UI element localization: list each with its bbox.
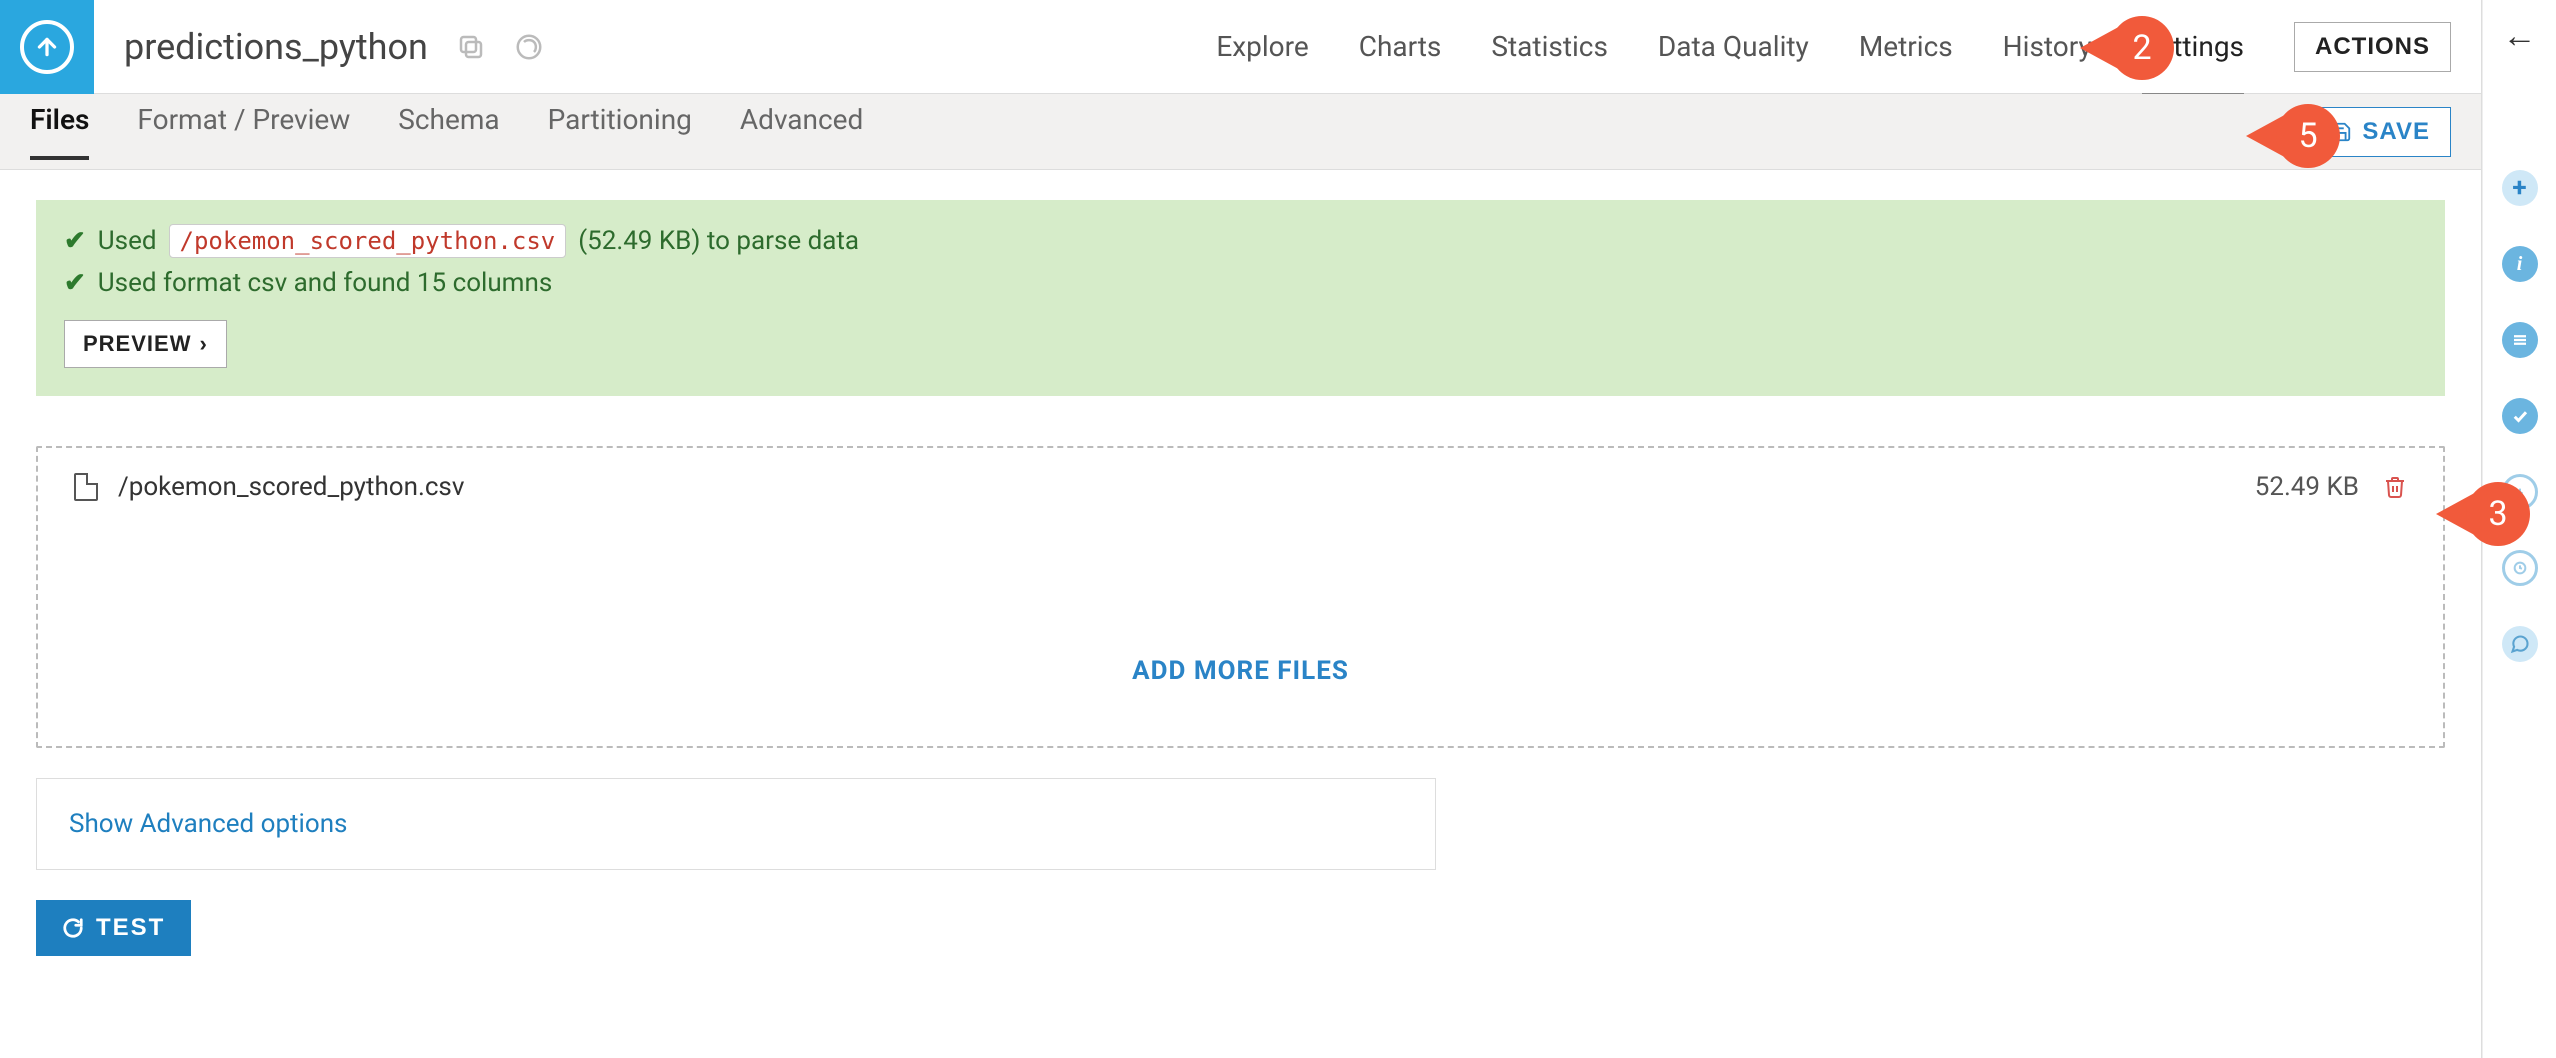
parse-success-banner: ✔ Used /pokemon_scored_python.csv (52.49… <box>36 200 2445 396</box>
nav-statistics[interactable]: Statistics <box>1491 30 1608 63</box>
nav-charts[interactable]: Charts <box>1359 30 1442 63</box>
tab-schema[interactable]: Schema <box>398 103 499 160</box>
test-button[interactable]: TEST <box>36 900 191 956</box>
save-button[interactable]: SAVE <box>2309 107 2451 157</box>
save-button-label: SAVE <box>2362 118 2430 146</box>
back-arrow[interactable]: ← <box>2503 16 2537 56</box>
tab-advanced[interactable]: Advanced <box>740 103 863 160</box>
tab-files[interactable]: Files <box>30 103 89 160</box>
preview-button[interactable]: PREVIEW › <box>64 320 227 368</box>
trash-icon <box>2383 474 2407 500</box>
tab-format-preview[interactable]: Format / Preview <box>137 103 350 160</box>
files-dropzone[interactable]: /pokemon_scored_python.csv 52.49 KB ADD … <box>36 446 2445 748</box>
app-logo[interactable] <box>0 0 94 94</box>
nav-metrics[interactable]: Metrics <box>1859 30 1953 63</box>
rail-comments-icon[interactable] <box>2502 626 2538 662</box>
right-rail: ← + i <box>2482 0 2556 1058</box>
preview-button-label: PREVIEW <box>83 331 191 357</box>
copy-icon[interactable] <box>456 32 486 62</box>
nav-settings[interactable]: Settings <box>2142 30 2244 97</box>
show-advanced-link[interactable]: Show Advanced options <box>69 809 347 839</box>
file-size: 52.49 KB <box>2255 472 2359 502</box>
refresh-icon <box>62 917 84 939</box>
tab-partitioning[interactable]: Partitioning <box>548 103 692 160</box>
rail-check-icon[interactable] <box>2502 398 2538 434</box>
banner-used-suffix: (52.49 KB) to parse data <box>578 226 859 256</box>
upload-arrow-icon <box>34 34 60 60</box>
rail-info-icon[interactable]: i <box>2502 246 2538 282</box>
content-area: ✔ Used /pokemon_scored_python.csv (52.49… <box>0 170 2481 1058</box>
banner-format-line: Used format csv and found 15 columns <box>98 268 552 298</box>
delete-file-button[interactable] <box>2383 474 2407 500</box>
file-icon <box>74 473 98 501</box>
banner-file-pill: /pokemon_scored_python.csv <box>169 224 567 258</box>
add-more-files-button[interactable]: ADD MORE FILES <box>38 526 2443 746</box>
top-nav: Explore Charts Statistics Data Quality M… <box>1216 0 2481 93</box>
nav-data-quality[interactable]: Data Quality <box>1658 30 1809 63</box>
rail-add-icon[interactable]: + <box>2502 170 2538 206</box>
actions-button[interactable]: ACTIONS <box>2294 22 2451 72</box>
dataset-title: predictions_python <box>124 26 428 68</box>
nav-history[interactable]: History <box>2003 30 2092 63</box>
chevron-right-icon: › <box>199 331 207 357</box>
refresh-disabled-icon[interactable] <box>514 32 544 62</box>
nav-explore[interactable]: Explore <box>1216 30 1308 63</box>
header-bar: predictions_python Explore Charts Statis… <box>0 0 2481 94</box>
check-icon: ✔ <box>64 226 86 256</box>
save-icon <box>2330 121 2352 143</box>
rail-list-icon[interactable] <box>2502 322 2538 358</box>
file-path[interactable]: /pokemon_scored_python.csv <box>118 472 464 502</box>
rail-history-icon[interactable] <box>2502 474 2538 510</box>
banner-used-prefix: Used <box>98 226 157 256</box>
test-button-label: TEST <box>96 914 165 942</box>
settings-tabs-bar: Files Format / Preview Schema Partitioni… <box>0 94 2481 170</box>
file-row: /pokemon_scored_python.csv 52.49 KB <box>38 448 2443 526</box>
rail-clock-icon[interactable] <box>2502 550 2538 586</box>
check-icon: ✔ <box>64 268 86 298</box>
advanced-options-box: Show Advanced options <box>36 778 1436 870</box>
